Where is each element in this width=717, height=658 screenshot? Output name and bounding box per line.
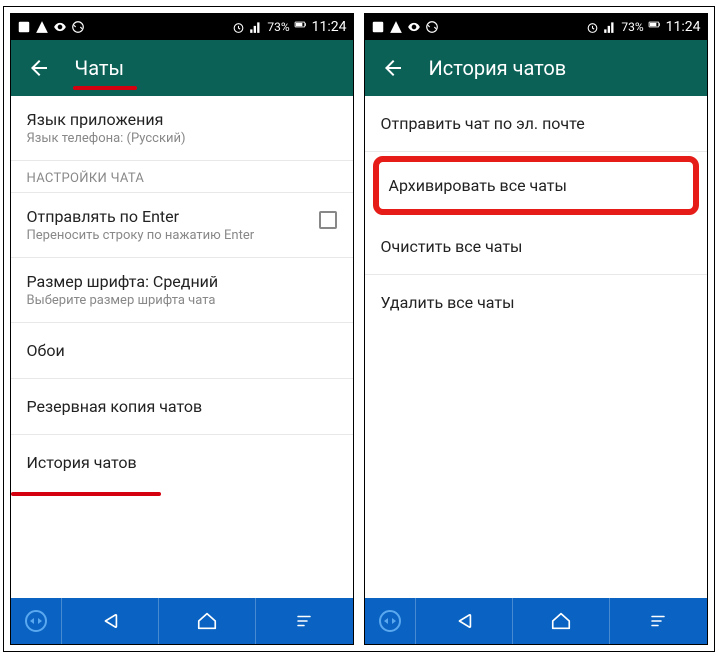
- action-label: Удалить все чаты: [381, 293, 691, 312]
- notif-icon-2: [35, 20, 49, 34]
- setting-font-size[interactable]: Размер шрифта: Средний Выберите размер ш…: [11, 258, 353, 323]
- eye-icon: [407, 20, 421, 34]
- notif-icon-2: [389, 20, 403, 34]
- setting-label: Размер шрифта: Средний: [27, 272, 337, 291]
- action-email-chat[interactable]: Отправить чат по эл. почте: [365, 96, 707, 152]
- setting-label: История чатов: [27, 453, 337, 472]
- eye-icon: [53, 20, 67, 34]
- setting-label: Обои: [27, 341, 337, 360]
- home-icon: [548, 610, 574, 632]
- setting-label: Резервная копия чатов: [27, 397, 337, 416]
- sync-icon: [71, 20, 85, 34]
- setting-sublabel: Язык телефона: (Русский): [27, 131, 337, 146]
- signal-icon: [249, 20, 263, 34]
- signal-icon: [603, 20, 617, 34]
- action-label: Архивировать все чаты: [389, 176, 683, 195]
- app-bar: История чатов: [365, 40, 707, 96]
- phone-right: 73% 11:24 История чатов Отправить чат по…: [364, 13, 708, 645]
- app-bar: Чаты: [11, 40, 353, 96]
- sync-icon: [425, 20, 439, 34]
- setting-label: Отправлять по Enter: [27, 207, 255, 226]
- nav-teamviewer[interactable]: [11, 598, 61, 644]
- setting-chat-history[interactable]: История чатов: [11, 435, 353, 490]
- nav-recent[interactable]: [609, 598, 706, 644]
- action-delete-all[interactable]: Удалить все чаты: [365, 275, 707, 330]
- setting-label: Язык приложения: [27, 110, 337, 129]
- recent-icon: [292, 612, 316, 630]
- action-label: Отправить чат по эл. почте: [381, 114, 691, 133]
- nav-recent[interactable]: [255, 598, 352, 644]
- checkbox[interactable]: [319, 211, 337, 229]
- section-chat-settings: НАСТРОЙКИ ЧАТА: [11, 161, 353, 193]
- teamviewer-icon: [379, 610, 401, 632]
- action-archive-all[interactable]: Архивировать все чаты: [379, 162, 693, 209]
- recent-icon: [646, 612, 670, 630]
- phone-left: 73% 11:24 Чаты Язык приложения Язык теле…: [10, 13, 354, 645]
- page-title: Чаты: [75, 56, 125, 80]
- back-icon: [95, 610, 125, 632]
- battery-percent: 73%: [267, 20, 289, 34]
- back-button[interactable]: [381, 56, 405, 80]
- back-icon: [449, 610, 479, 632]
- nav-back[interactable]: [61, 598, 158, 644]
- status-bar: 73% 11:24: [11, 14, 353, 40]
- nav-bar: [11, 598, 353, 644]
- annotation-highlight-box: Архивировать все чаты: [373, 156, 699, 215]
- battery-percent: 73%: [621, 20, 643, 34]
- battery-icon: [294, 20, 308, 34]
- nav-teamviewer[interactable]: [365, 598, 415, 644]
- setting-app-language[interactable]: Язык приложения Язык телефона: (Русский): [11, 96, 353, 161]
- nav-home[interactable]: [512, 598, 609, 644]
- nav-home[interactable]: [158, 598, 255, 644]
- setting-send-on-enter[interactable]: Отправлять по Enter Переносить строку по…: [11, 193, 353, 258]
- annotation-underline: [73, 86, 137, 90]
- clock-time: 11:24: [312, 19, 347, 35]
- setting-backup[interactable]: Резервная копия чатов: [11, 379, 353, 435]
- home-icon: [194, 610, 220, 632]
- notif-icon-1: [17, 20, 31, 34]
- setting-sublabel: Переносить строку по нажатию Enter: [27, 228, 255, 243]
- history-list: Отправить чат по эл. почте Архивировать …: [365, 96, 707, 598]
- settings-list: Язык приложения Язык телефона: (Русский)…: [11, 96, 353, 598]
- back-button[interactable]: [27, 56, 51, 80]
- setting-wallpaper[interactable]: Обои: [11, 323, 353, 379]
- alarm-icon: [231, 20, 245, 34]
- action-clear-all[interactable]: Очистить все чаты: [365, 219, 707, 275]
- battery-icon: [648, 20, 662, 34]
- page-title: История чатов: [429, 56, 567, 80]
- alarm-icon: [585, 20, 599, 34]
- status-bar: 73% 11:24: [365, 14, 707, 40]
- annotation-underline: [11, 492, 161, 496]
- nav-back[interactable]: [415, 598, 512, 644]
- nav-bar: [365, 598, 707, 644]
- clock-time: 11:24: [666, 19, 701, 35]
- notif-icon-1: [371, 20, 385, 34]
- setting-sublabel: Выберите размер шрифта чата: [27, 293, 337, 308]
- teamviewer-icon: [25, 610, 47, 632]
- action-label: Очистить все чаты: [381, 237, 691, 256]
